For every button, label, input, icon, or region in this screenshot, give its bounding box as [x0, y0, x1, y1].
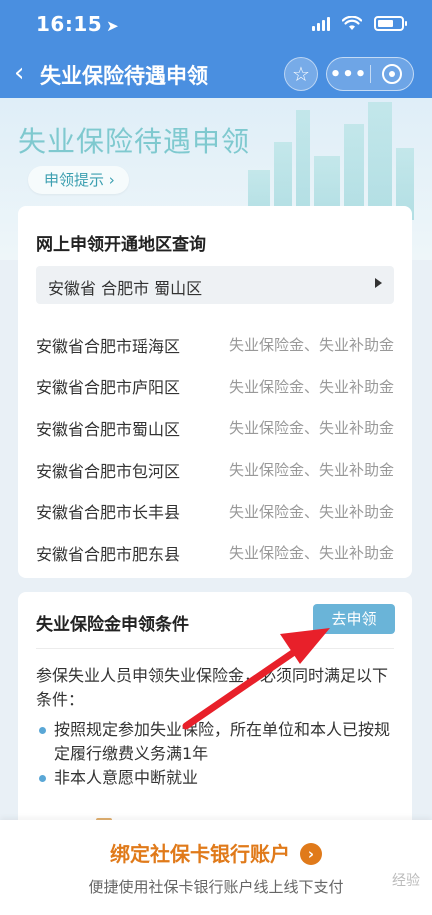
caret-right-icon	[375, 278, 382, 288]
close-button[interactable]	[371, 64, 413, 84]
battery-icon	[374, 16, 407, 31]
region-name: 安徽省合肥市庐阳区	[36, 378, 181, 398]
city-skyline-illustration	[238, 100, 418, 220]
benefit-type: 失业保险金、失业补助金	[228, 461, 394, 480]
apply-tips-button[interactable]: 申领提示 ›	[28, 166, 129, 194]
region-list: 安徽省合肥市瑶海区 失业保险金、失业补助金 安徽省合肥市庐阳区 失业保险金、失业…	[36, 324, 394, 574]
star-icon[interactable]: ☆	[284, 57, 318, 91]
status-time: 16:15 ➤	[36, 12, 119, 36]
selected-region: 安徽省 合肥市 蜀山区	[48, 279, 203, 298]
list-item: 按照规定参加失业保险，所在单位和本人已按规定履行缴费义务满1年	[36, 718, 394, 766]
more-button[interactable]: •••	[327, 64, 370, 85]
benefit-type: 失业保险金、失业补助金	[228, 377, 394, 396]
region-query-card: 网上申领开通地区查询 安徽省 合肥市 蜀山区 安徽省合肥市瑶海区 失业保险金、失…	[18, 206, 412, 578]
benefit-type: 失业保险金、失业补助金	[228, 419, 394, 438]
list-item: 安徽省合肥市肥东县 失业保险金、失业补助金	[36, 532, 394, 574]
conditions-card-title: 失业保险金申领条件	[36, 615, 189, 635]
benefit-type: 失业保险金、失业补助金	[228, 544, 394, 563]
list-item: 安徽省合肥市长丰县 失业保险金、失业补助金	[36, 490, 394, 532]
conditions-intro: 参保失业人员申领失业保险金，必须同时满足以下条件：	[36, 666, 389, 709]
target-circle-icon	[381, 64, 402, 84]
bind-account-subtitle: 便捷使用社保卡银行账户线上线下支付	[88, 878, 344, 896]
nav-bar: ‹ 失业保险待遇申领 ☆ •••	[0, 50, 432, 98]
region-card-title: 网上申领开通地区查询	[36, 235, 206, 255]
bind-bank-account-bar[interactable]: 绑定社保卡银行账户 › 便捷使用社保卡银行账户线上线下支付	[0, 820, 432, 915]
nav-title: 失业保险待遇申领	[40, 64, 208, 88]
list-item: 安徽省合肥市庐阳区 失业保险金、失业补助金	[36, 366, 394, 408]
conditions-list: 按照规定参加失业保险，所在单位和本人已按规定履行缴费义务满1年 非本人意愿中断就…	[36, 718, 394, 790]
cellular-signal-icon	[312, 16, 330, 31]
conditions-card: 失业保险金申领条件 去申领 参保失业人员申领失业保险金，必须同时满足以下条件： …	[18, 592, 412, 842]
location-arrow-icon: ➤	[106, 17, 120, 35]
chevron-left-icon[interactable]: ‹	[14, 58, 24, 88]
banner-title: 失业保险待遇申领	[18, 125, 251, 158]
status-icons	[312, 16, 407, 31]
list-item: 非本人意愿中断就业	[36, 766, 394, 790]
benefit-type: 失业保险金、失业补助金	[228, 502, 394, 521]
wifi-icon	[342, 16, 362, 30]
region-name: 安徽省合肥市蜀山区	[36, 419, 181, 439]
status-bar: 16:15 ➤	[0, 0, 432, 50]
region-selector[interactable]: 安徽省 合肥市 蜀山区	[36, 266, 394, 304]
list-item: 安徽省合肥市包河区 失业保险金、失业补助金	[36, 449, 394, 491]
region-name: 安徽省合肥市瑶海区	[36, 336, 181, 356]
divider	[36, 648, 394, 649]
battery-fill	[378, 20, 393, 27]
time-text: 16:15	[36, 12, 103, 36]
mini-program-capsule: •••	[326, 57, 414, 91]
list-item: 安徽省合肥市瑶海区 失业保险金、失业补助金	[36, 324, 394, 366]
region-name: 安徽省合肥市肥东县	[36, 544, 181, 564]
watermark: 经验	[392, 873, 420, 889]
bind-account-title[interactable]: 绑定社保卡银行账户 ›	[0, 838, 432, 867]
region-name: 安徽省合肥市包河区	[36, 461, 181, 481]
bind-account-label: 绑定社保卡银行账户	[110, 842, 290, 866]
benefit-type: 失业保险金、失业补助金	[228, 336, 394, 355]
chevron-right-icon: ›	[300, 843, 322, 865]
list-item: 安徽省合肥市蜀山区 失业保险金、失业补助金	[36, 407, 394, 449]
apply-button[interactable]: 去申领	[313, 604, 395, 634]
region-name: 安徽省合肥市长丰县	[36, 503, 181, 523]
